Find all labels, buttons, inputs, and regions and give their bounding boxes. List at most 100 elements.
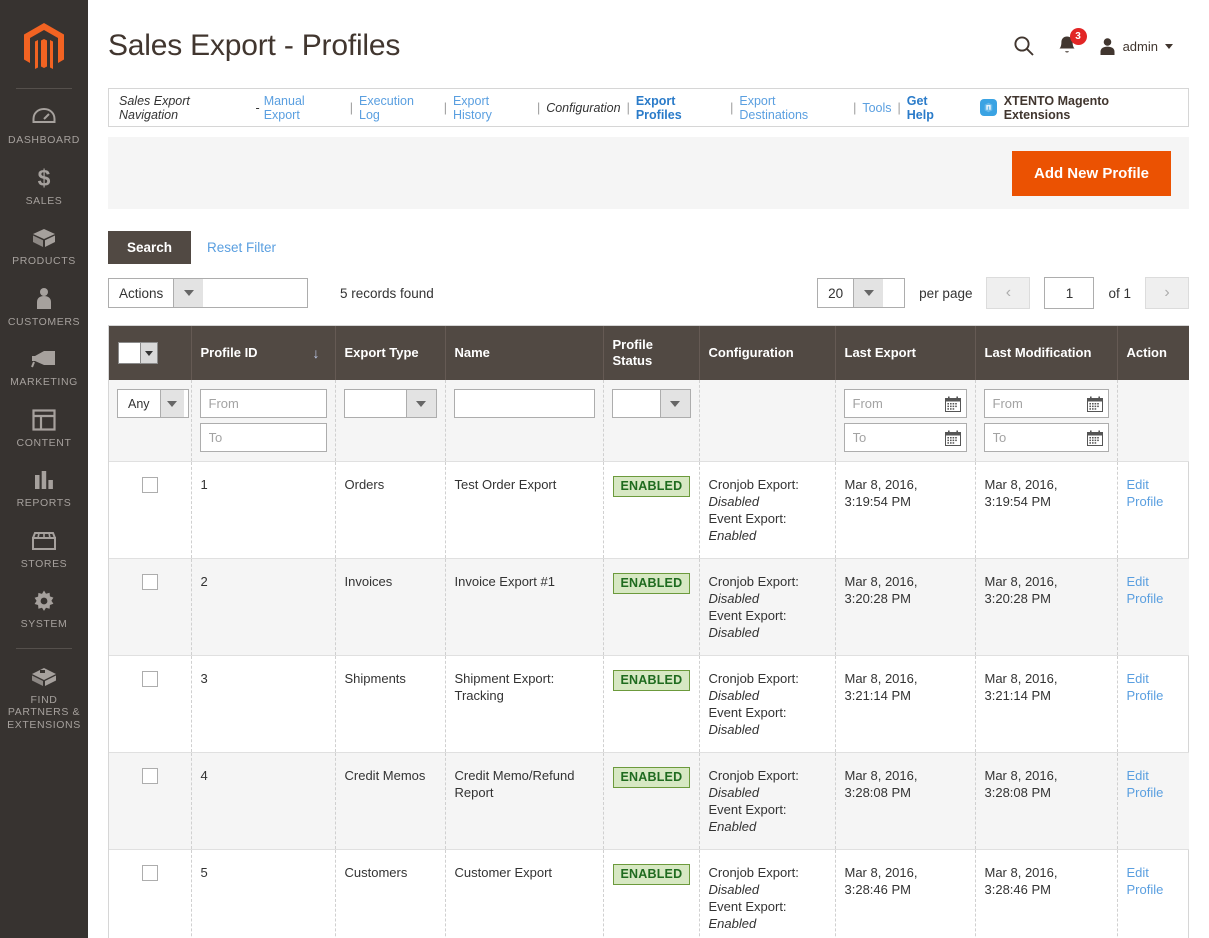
chevron-down-icon[interactable]	[405, 390, 436, 417]
filter-profile-id-to[interactable]	[199, 423, 327, 452]
nav-separator: |	[536, 100, 541, 115]
nav-separator: |	[853, 100, 857, 115]
column-header-last-export[interactable]: Last Export	[835, 326, 976, 380]
edit-profile-link-line2[interactable]: Profile	[1127, 590, 1181, 607]
magento-logo[interactable]	[0, 10, 88, 88]
sidebar-item-marketing[interactable]: MARKETING	[0, 337, 88, 398]
filter-profile-id-from[interactable]	[199, 389, 327, 418]
edit-profile-link[interactable]: Edit	[1127, 670, 1181, 687]
sales-export-navigation-bar: Sales Export Navigation - Manual Export …	[108, 88, 1189, 127]
edit-profile-link[interactable]: Edit	[1127, 573, 1181, 590]
sidebar-item-label: MARKETING	[10, 376, 78, 388]
nav-link-export-history[interactable]: Export History	[453, 94, 531, 122]
cronjob-export-label: Cronjob Export:	[708, 768, 799, 783]
column-label: Profile ID	[200, 345, 258, 360]
edit-profile-link-line2[interactable]: Profile	[1127, 493, 1181, 510]
table-row[interactable]: 4 Credit Memos Credit Memo/Refund Report…	[109, 752, 1189, 850]
column-header-export-type[interactable]: Export Type	[335, 326, 446, 380]
sidebar-item-reports[interactable]: REPORTS	[0, 458, 88, 519]
chevron-down-icon[interactable]	[173, 279, 204, 307]
cell-action: Edit Profile	[1117, 849, 1189, 938]
last-export-date: Mar 8, 2016,	[844, 671, 918, 686]
select-all-checkbox[interactable]	[119, 343, 140, 363]
row-checkbox[interactable]	[141, 768, 158, 784]
previous-page-button[interactable]: ‹	[986, 277, 1031, 309]
table-row[interactable]: 3 Shipments Shipment Export: Tracking EN…	[109, 655, 1189, 753]
nav-link-manual-export[interactable]: Manual Export	[264, 94, 344, 122]
cronjob-export-value: Disabled	[708, 688, 760, 703]
page-number-input[interactable]	[1044, 277, 1095, 309]
reset-filter-link[interactable]: Reset Filter	[207, 240, 276, 255]
chevron-down-icon[interactable]	[140, 343, 157, 363]
event-export-value: Enabled	[708, 916, 757, 931]
search-icon[interactable]	[1013, 35, 1035, 57]
edit-profile-link[interactable]: Edit	[1127, 864, 1181, 881]
column-header-profile-status[interactable]: Profile Status	[603, 326, 700, 380]
column-header-last-modification[interactable]: Last Modification	[975, 326, 1118, 380]
dashboard-icon	[32, 104, 56, 130]
table-row[interactable]: 2 Invoices Invoice Export #1 ENABLED Cro…	[109, 558, 1189, 656]
notifications-bell-icon[interactable]: 3	[1057, 28, 1087, 57]
sidebar-item-sales[interactable]: $ SALES	[0, 156, 88, 217]
cell-export-type: Shipments	[335, 655, 446, 753]
notification-count-badge: 3	[1069, 28, 1087, 45]
edit-profile-link-line2[interactable]: Profile	[1127, 687, 1181, 704]
filter-export-type-select[interactable]	[343, 389, 437, 418]
per-page-select[interactable]: 20	[817, 278, 906, 308]
row-checkbox[interactable]	[141, 477, 158, 493]
sidebar-divider-top	[16, 88, 72, 89]
sidebar-item-dashboard[interactable]: DASHBOARD	[0, 95, 88, 156]
cell-last-modification: Mar 8, 2016, 3:19:54 PM	[975, 461, 1118, 559]
page-title: Sales Export - Profiles	[108, 29, 401, 62]
cell-profile-status: ENABLED	[603, 752, 700, 850]
search-button[interactable]: Search	[108, 231, 192, 264]
row-checkbox-cell	[109, 849, 192, 938]
calendar-icon[interactable]	[944, 396, 961, 412]
filter-name-input[interactable]	[453, 389, 595, 418]
edit-profile-link-line2[interactable]: Profile	[1127, 784, 1181, 801]
row-checkbox[interactable]	[141, 671, 158, 687]
nav-link-get-help[interactable]: Get Help	[907, 94, 958, 122]
sidebar-item-system[interactable]: SYSTEM	[0, 579, 88, 640]
add-new-profile-button[interactable]: Add New Profile	[1011, 150, 1171, 196]
chevron-down-icon[interactable]	[159, 390, 184, 417]
layout-icon	[32, 407, 56, 433]
filter-select-any[interactable]: Any	[117, 389, 189, 418]
sidebar-divider-bottom	[16, 647, 72, 649]
nav-link-configuration[interactable]: Configuration	[546, 101, 620, 115]
sidebar-item-content[interactable]: CONTENT	[0, 398, 88, 459]
sidebar-item-customers[interactable]: CUSTOMERS	[0, 277, 88, 338]
filter-last-export-from-wrap	[843, 389, 967, 418]
nav-link-export-profiles[interactable]: Export Profiles	[636, 94, 724, 122]
select-all-dropdown[interactable]	[118, 342, 158, 364]
table-row[interactable]: 5 Customers Customer Export ENABLED Cron…	[109, 849, 1189, 938]
nav-link-tools[interactable]: Tools	[862, 101, 891, 115]
edit-profile-link-line2[interactable]: Profile	[1127, 881, 1181, 898]
table-row[interactable]: 1 Orders Test Order Export ENABLED Cronj…	[109, 461, 1189, 559]
sidebar-item-products[interactable]: PRODUCTS	[0, 216, 88, 277]
row-checkbox[interactable]	[141, 574, 158, 590]
edit-profile-link[interactable]: Edit	[1127, 476, 1181, 493]
filter-status-select[interactable]	[611, 389, 691, 418]
edit-profile-link[interactable]: Edit	[1127, 767, 1181, 784]
cell-profile-id: 2	[191, 558, 336, 656]
cell-profile-status: ENABLED	[603, 655, 700, 753]
column-header-profile-id[interactable]: Profile ID ↓	[191, 326, 336, 380]
nav-separator: |	[443, 100, 447, 115]
admin-menu[interactable]: admin	[1099, 37, 1173, 56]
column-header-name[interactable]: Name	[445, 326, 604, 380]
calendar-icon[interactable]	[944, 430, 961, 446]
per-page-label: per page	[919, 285, 973, 301]
sidebar-item-stores[interactable]: STORES	[0, 519, 88, 580]
nav-link-execution-log[interactable]: Execution Log	[359, 94, 438, 122]
chevron-down-icon[interactable]	[853, 279, 884, 307]
calendar-icon[interactable]	[1086, 396, 1103, 412]
next-page-button[interactable]: ›	[1145, 277, 1189, 309]
chevron-down-icon[interactable]	[659, 390, 690, 417]
actions-select[interactable]: Actions	[108, 278, 308, 308]
sidebar-item-find-partners-extensions[interactable]: FIND PARTNERS & EXTENSIONS	[0, 655, 88, 741]
nav-link-export-destinations[interactable]: Export Destinations	[739, 94, 847, 122]
calendar-icon[interactable]	[1086, 430, 1103, 446]
row-checkbox[interactable]	[141, 865, 158, 881]
storefront-icon	[31, 528, 57, 554]
